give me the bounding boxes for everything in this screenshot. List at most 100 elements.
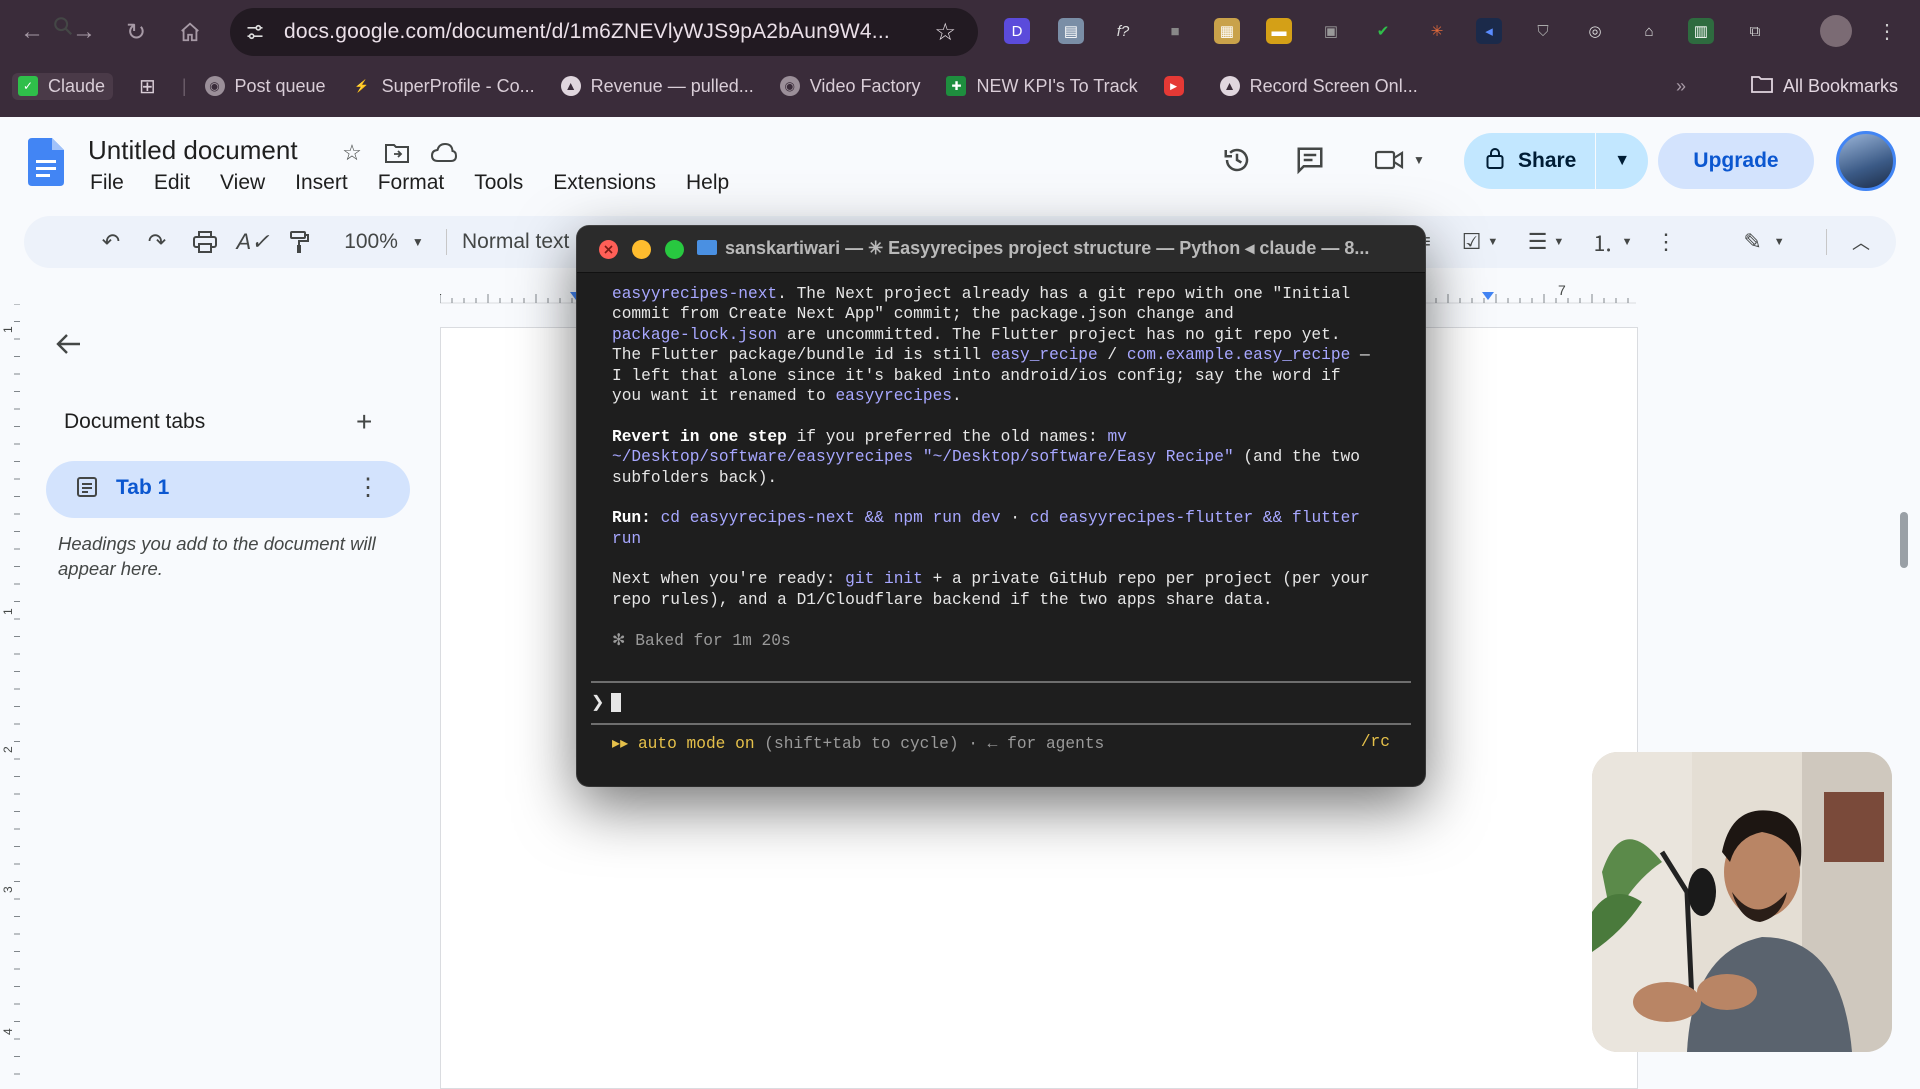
collapse-menus-chevron-up-icon[interactable]: ︿ (1846, 226, 1876, 258)
undo-icon[interactable]: ↶ (96, 226, 126, 258)
text-span: Next when you're ready: (612, 570, 846, 589)
bookmark-item[interactable]: ✚ NEW KPI's To Track (946, 75, 1138, 97)
scrollbar[interactable] (1900, 512, 1908, 568)
bookmark-item[interactable]: ✓ Claude (12, 72, 114, 100)
minimize-window-button[interactable] (632, 240, 651, 259)
extension-icon[interactable]: ▥ (1688, 18, 1714, 44)
url-text[interactable]: docs.google.com/document/d/1m6ZNEVlyWJS9… (284, 20, 890, 44)
browser-menu-icon[interactable]: ⋮ (1874, 18, 1900, 44)
star-icon[interactable]: ☆ (339, 140, 365, 166)
bookmark-item[interactable]: ▲ Record Screen Onl... (1219, 76, 1418, 97)
docs-logo-icon[interactable] (28, 138, 64, 186)
more-options-icon[interactable]: ⋮ (1654, 226, 1678, 258)
redo-icon[interactable]: ↷ (142, 226, 172, 258)
text-span: ✻ Baked for 1m 20s (612, 631, 791, 650)
comments-icon[interactable] (1290, 140, 1330, 180)
text-span: commit from Create Next App" commit; the… (612, 305, 1234, 324)
auto-mode-indicator: ▸▸ auto mode on (612, 735, 755, 753)
extension-icon[interactable]: ▤ (1058, 18, 1084, 44)
share-options-chevron-icon[interactable]: ▼ (1595, 133, 1648, 189)
code-span: com.example.easy_recipe (1126, 346, 1351, 365)
editing-mode-icon[interactable]: ✎ ▼ (1736, 226, 1792, 258)
menu-edit[interactable]: Edit (154, 171, 190, 195)
document-title[interactable]: Untitled document (88, 135, 298, 166)
reload-icon[interactable]: ↻ (118, 14, 154, 50)
shield-icon[interactable]: ⛉ (1530, 18, 1556, 44)
status-line: ▸▸ auto mode on (shift+tab to cycle) · ←… (612, 733, 1104, 753)
extension-icon[interactable]: f? (1110, 18, 1136, 44)
extension-icon[interactable]: ◎ (1582, 18, 1608, 44)
video-extension-icon[interactable]: ■ (1162, 18, 1188, 44)
cloud-status-icon[interactable] (431, 140, 457, 166)
address-bar[interactable]: docs.google.com/document/d/1m6ZNEVlyWJS9… (230, 8, 978, 56)
checklist-icon[interactable]: ☑ ▼ (1456, 226, 1504, 258)
code-span: cd easyyrecipes-next && npm run dev (660, 509, 1001, 528)
terminal-line: subfolders back). (612, 468, 1412, 488)
extension-icon[interactable]: ▣ (1318, 18, 1344, 44)
extension-icon[interactable]: D (1004, 18, 1030, 44)
tab-label: Tab 1 (116, 476, 170, 499)
apps-grid-icon[interactable]: ⊞ (139, 74, 156, 99)
vertical-ruler[interactable]: 1 1 2 3 4 (0, 304, 22, 1080)
add-tab-plus-icon[interactable]: + (356, 406, 372, 438)
maximize-window-button[interactable] (665, 240, 684, 259)
menu-insert[interactable]: Insert (295, 171, 348, 195)
site-settings-icon[interactable] (244, 21, 266, 43)
account-avatar[interactable] (1836, 131, 1896, 191)
zoom-select[interactable]: 100% ▼ (334, 226, 434, 258)
terminal-output: easyyrecipes-next. The Next project alre… (612, 284, 1412, 651)
close-outline-back-icon[interactable] (56, 330, 82, 364)
share-main[interactable]: Share (1464, 133, 1595, 189)
share-button[interactable]: Share ▼ (1464, 133, 1648, 189)
bookmark-item[interactable]: ▶ (1163, 76, 1194, 96)
tab-options-icon[interactable]: ⋮ (356, 473, 380, 502)
move-folder-icon[interactable] (384, 140, 410, 166)
meet-icon[interactable]: ▼ (1370, 140, 1430, 180)
code-span: run (612, 529, 642, 548)
paragraph-style-select[interactable]: Normal text (462, 226, 582, 258)
menu-file[interactable]: File (90, 171, 124, 195)
bookmark-item[interactable]: ⚡ SuperProfile - Co... (352, 76, 535, 97)
back-icon[interactable]: ← (14, 14, 50, 50)
extension-icon[interactable]: ▬ (1266, 18, 1292, 44)
terminal-window[interactable]: sanskartiwari — ✳ Easyyrecipes project s… (577, 226, 1425, 786)
bulleted-list-icon[interactable]: ☰ ▼ (1522, 226, 1570, 258)
vruler-mark: 1 (1, 326, 15, 333)
home-icon[interactable] (172, 14, 208, 50)
bookmark-star-icon[interactable]: ☆ (934, 18, 956, 47)
paint-format-icon[interactable] (284, 226, 314, 258)
webcam-overlay (1592, 752, 1892, 1052)
more-bookmarks-icon[interactable]: » (1676, 76, 1686, 97)
spellcheck-icon[interactable]: A✓ (236, 226, 269, 258)
input-cursor[interactable] (611, 693, 621, 712)
extension-icon[interactable]: ⌂ (1636, 18, 1662, 44)
bookmark-item[interactable]: ◉ Post queue (204, 76, 326, 97)
bookmark-item[interactable]: ◉ Video Factory (779, 76, 920, 97)
version-history-icon[interactable] (1217, 140, 1257, 180)
menu-view[interactable]: View (220, 171, 265, 195)
search-icon[interactable] (48, 10, 78, 42)
all-bookmarks-button[interactable]: All Bookmarks (1751, 68, 1898, 104)
check-icon: ✓ (18, 76, 38, 96)
terminal-titlebar[interactable]: sanskartiwari — ✳ Easyyrecipes project s… (577, 226, 1425, 273)
menu-format[interactable]: Format (378, 171, 445, 195)
extension-icon[interactable]: ▦ (1214, 18, 1240, 44)
menu-tools[interactable]: Tools (474, 171, 523, 195)
profile-avatar[interactable] (1820, 15, 1852, 47)
claude-extension-icon[interactable]: ✳ (1424, 18, 1450, 44)
all-bookmarks-label: All Bookmarks (1782, 75, 1898, 96)
tab-1[interactable]: Tab 1 ⋮ (46, 461, 410, 518)
bookmark-label: NEW KPI's To Track (976, 75, 1138, 96)
extension-icon[interactable]: ✔ (1370, 18, 1396, 44)
extensions-puzzle-icon[interactable]: ⧉ (1742, 18, 1768, 44)
upgrade-button[interactable]: Upgrade (1658, 133, 1814, 189)
bookmark-item[interactable]: ▲ Revenue — pulled... (560, 76, 754, 97)
close-window-button[interactable] (599, 240, 618, 259)
extension-icon[interactable]: ◂ (1476, 18, 1502, 44)
menu-help[interactable]: Help (686, 171, 729, 195)
menu-extensions[interactable]: Extensions (553, 171, 656, 195)
print-icon[interactable] (190, 226, 220, 258)
numbered-list-icon[interactable]: ⒈ ▼ (1586, 226, 1638, 258)
document-icon (76, 476, 98, 504)
